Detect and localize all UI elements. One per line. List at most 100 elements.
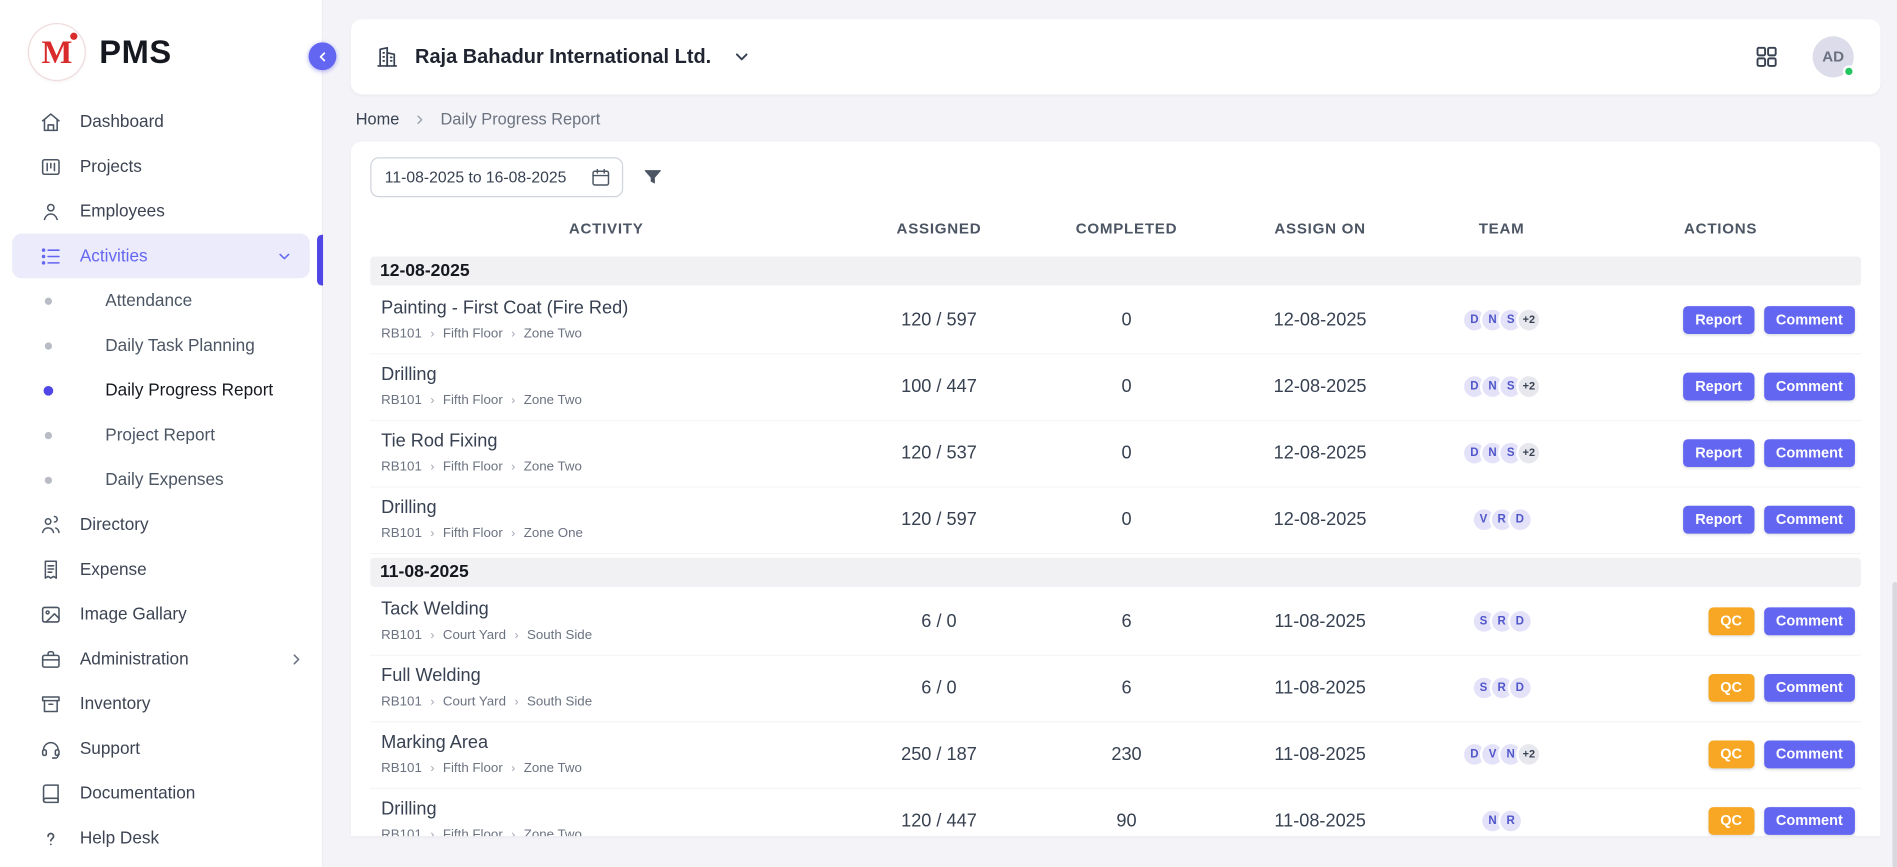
sidebar-item-help-desk[interactable]: Help Desk [0, 816, 322, 861]
comment-button[interactable]: Comment [1764, 439, 1855, 467]
path-separator-icon: › [430, 460, 434, 473]
comment-button[interactable]: Comment [1764, 806, 1855, 834]
path-separator-icon: › [511, 828, 515, 836]
team-member-badge[interactable]: D [1507, 506, 1532, 531]
team-extra-badge[interactable]: +2 [1516, 741, 1541, 766]
report-card: 11-08-2025 to 16-08-2025 ACTIVITY ASSIGN… [351, 142, 1880, 837]
logo-monogram-icon: M [29, 24, 85, 80]
qc-button[interactable]: QC [1708, 607, 1754, 635]
completed-value: 0 [1036, 442, 1218, 463]
sidebar-subitem-daily-progress-report[interactable]: Daily Progress Report [0, 368, 322, 413]
path-separator-icon: › [430, 629, 434, 642]
breadcrumb-home-link[interactable]: Home [356, 110, 400, 128]
sidebar-item-expense[interactable]: Expense [0, 547, 322, 592]
team-extra-badge[interactable]: +2 [1516, 307, 1541, 332]
help-desk-icon [40, 827, 62, 849]
path-separator-icon: › [514, 629, 518, 642]
company-selector[interactable]: Raja Bahadur International Ltd. [375, 45, 751, 69]
sidebar-item-administration[interactable]: Administration [0, 636, 322, 681]
path-segment: RB101 [381, 327, 422, 342]
report-button[interactable]: Report [1683, 505, 1754, 533]
sidebar-subitem-daily-expenses[interactable]: Daily Expenses [0, 457, 322, 502]
path-separator-icon: › [430, 327, 434, 340]
sidebar-subitem-daily-task-planning[interactable]: Daily Task Planning [0, 323, 322, 368]
sidebar-item-activities[interactable]: Activities [12, 234, 310, 279]
activity-cell: Drilling RB101›Fifth Floor›Zone Two [370, 364, 842, 408]
team-extra-badge[interactable]: +2 [1516, 373, 1541, 398]
team-extra-badge[interactable]: +2 [1516, 440, 1541, 465]
activity-title: Full Welding [370, 666, 842, 687]
date-range-input[interactable]: 11-08-2025 to 16-08-2025 [370, 157, 623, 197]
comment-button[interactable]: Comment [1764, 740, 1855, 768]
assign-on-date: 12-08-2025 [1217, 509, 1423, 530]
sidebar-item-employees[interactable]: Employees [0, 189, 322, 234]
sidebar-item-label: Employees [80, 201, 165, 220]
activity-title: Tack Welding [370, 599, 842, 620]
sidebar-subitem-project-report[interactable]: Project Report [0, 413, 322, 458]
group-date-label: 12-08-2025 [380, 261, 470, 280]
sidebar-collapse-button[interactable] [309, 42, 337, 70]
scrollbar[interactable] [1892, 582, 1897, 867]
path-segment: Fifth Floor [443, 393, 503, 408]
chevron-right-icon [288, 650, 305, 667]
sidebar-subitem-attendance[interactable]: Attendance [0, 278, 322, 323]
filter-icon[interactable] [641, 166, 664, 189]
comment-button[interactable]: Comment [1764, 372, 1855, 400]
main-area: Raja Bahadur International Ltd. AD Home … [323, 0, 1897, 867]
path-segment: Zone Two [524, 761, 582, 776]
sidebar-item-label: Activities [80, 246, 148, 265]
completed-value: 90 [1036, 810, 1218, 831]
support-icon [40, 737, 62, 759]
sidebar-item-inventory[interactable]: Inventory [0, 681, 322, 726]
bullet-icon [45, 476, 52, 483]
path-separator-icon: › [430, 828, 434, 836]
table-row: Tie Rod Fixing RB101›Fifth Floor›Zone Tw… [370, 421, 1861, 488]
sidebar-item-documentation[interactable]: Documentation [0, 771, 322, 816]
chevron-down-icon [276, 247, 293, 264]
qc-button[interactable]: QC [1708, 740, 1754, 768]
report-button[interactable]: Report [1683, 306, 1754, 334]
path-segment: RB101 [381, 460, 422, 475]
team-member-badge[interactable]: D [1507, 675, 1532, 700]
column-header-actions: ACTIONS [1580, 220, 1861, 237]
path-separator-icon: › [511, 762, 515, 775]
documentation-icon [40, 782, 62, 804]
team-member-badge[interactable]: D [1507, 608, 1532, 633]
activity-title: Marking Area [370, 732, 842, 753]
comment-button[interactable]: Comment [1764, 505, 1855, 533]
row-actions: QC Comment [1580, 607, 1861, 635]
directory-icon [40, 514, 62, 536]
user-menu[interactable]: AD [1813, 36, 1854, 77]
path-separator-icon: › [511, 327, 515, 340]
brand-logo[interactable]: M PMS [0, 0, 322, 94]
path-segment: Zone Two [524, 393, 582, 408]
apps-grid-icon[interactable] [1755, 45, 1779, 69]
comment-button[interactable]: Comment [1764, 306, 1855, 334]
calendar-icon[interactable] [590, 167, 611, 188]
report-button[interactable]: Report [1683, 439, 1754, 467]
comment-button[interactable]: Comment [1764, 673, 1855, 701]
assign-on-date: 11-08-2025 [1217, 744, 1423, 765]
table-row: Marking Area RB101›Fifth Floor›Zone Two … [370, 722, 1861, 789]
team-member-badge[interactable]: R [1498, 808, 1523, 833]
chevron-down-icon [732, 47, 751, 66]
table-row: Drilling RB101›Fifth Floor›Zone One 120 … [370, 488, 1861, 555]
sidebar-item-dashboard[interactable]: Dashboard [0, 99, 322, 144]
sidebar-item-support[interactable]: Support [0, 726, 322, 771]
sidebar-item-directory[interactable]: Directory [0, 502, 322, 547]
row-actions: Report Comment [1580, 372, 1861, 400]
sidebar-item-image-gallary[interactable]: Image Gallary [0, 592, 322, 637]
top-header-bar: Raja Bahadur International Ltd. AD [351, 19, 1880, 94]
comment-button[interactable]: Comment [1764, 607, 1855, 635]
sidebar-item-projects[interactable]: Projects [0, 144, 322, 189]
report-button[interactable]: Report [1683, 372, 1754, 400]
completed-value: 0 [1036, 376, 1218, 397]
chevron-right-icon [413, 112, 428, 127]
qc-button[interactable]: QC [1708, 806, 1754, 834]
table-row: Full Welding RB101›Court Yard›South Side… [370, 656, 1861, 723]
qc-button[interactable]: QC [1708, 673, 1754, 701]
path-segment: Fifth Floor [443, 761, 503, 776]
path-separator-icon: › [430, 527, 434, 540]
assign-on-date: 12-08-2025 [1217, 442, 1423, 463]
online-status-dot [1843, 65, 1855, 77]
